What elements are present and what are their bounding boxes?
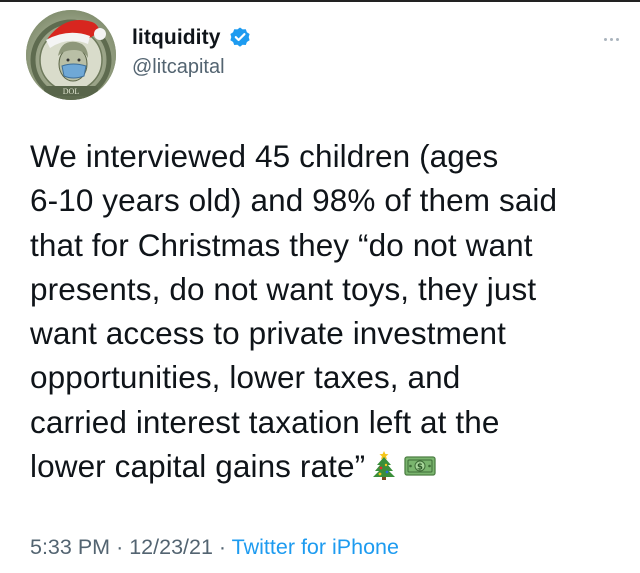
tweet-text: We interviewed 45 children (ages 6-10 ye…	[30, 134, 620, 491]
meta-separator: ·	[218, 535, 227, 559]
display-name[interactable]: litquidity	[132, 26, 221, 50]
tweet-source-link[interactable]: Twitter for iPhone	[232, 535, 399, 559]
svg-text:DOL: DOL	[63, 87, 80, 96]
meta-separator: ·	[116, 535, 124, 559]
svg-text:$: $	[417, 462, 423, 472]
tweet-date[interactable]: 12/23/21	[129, 535, 213, 559]
top-divider	[0, 0, 640, 2]
tweet-meta: 5:33 PM · 12/23/21 · Twitter for iPhone	[30, 535, 399, 560]
dollar-bill-santa-hat-avatar-icon: DOL	[26, 10, 116, 100]
tweet-text-line: 6-10 years old) and 98% of them said	[30, 182, 558, 219]
tweet-text-line: opportunities, lower taxes, and	[30, 359, 461, 396]
tweet-text-line: carried interest taxation left at the	[30, 403, 500, 440]
more-horizontal-icon	[603, 37, 607, 41]
tweet-text-line: We interviewed 45 children (ages	[30, 138, 499, 174]
tweet-text-line: that for Christmas they “do not want	[30, 226, 533, 263]
more-dot	[615, 37, 619, 41]
tweet-card: DOL litquidity @litcapital We interviewe…	[0, 0, 640, 573]
dollar-banknote-icon: $	[403, 447, 437, 491]
tweet-text-line: want access to private investment	[30, 315, 507, 352]
tweet-text-line: presents, do not want toys, they just	[30, 270, 537, 307]
more-options-button[interactable]	[596, 32, 626, 46]
avatar[interactable]: DOL	[26, 10, 116, 100]
verified-badge-icon	[228, 26, 252, 50]
more-dot	[609, 37, 613, 41]
author-info[interactable]: litquidity @litcapital	[132, 24, 252, 79]
tweet-header: DOL litquidity @litcapital	[26, 10, 626, 100]
tweet-time[interactable]: 5:33 PM	[30, 535, 110, 559]
user-handle[interactable]: @litcapital	[132, 56, 252, 79]
tweet-text-line: lower capital gains rate”	[30, 448, 366, 485]
christmas-tree-icon	[371, 447, 397, 491]
